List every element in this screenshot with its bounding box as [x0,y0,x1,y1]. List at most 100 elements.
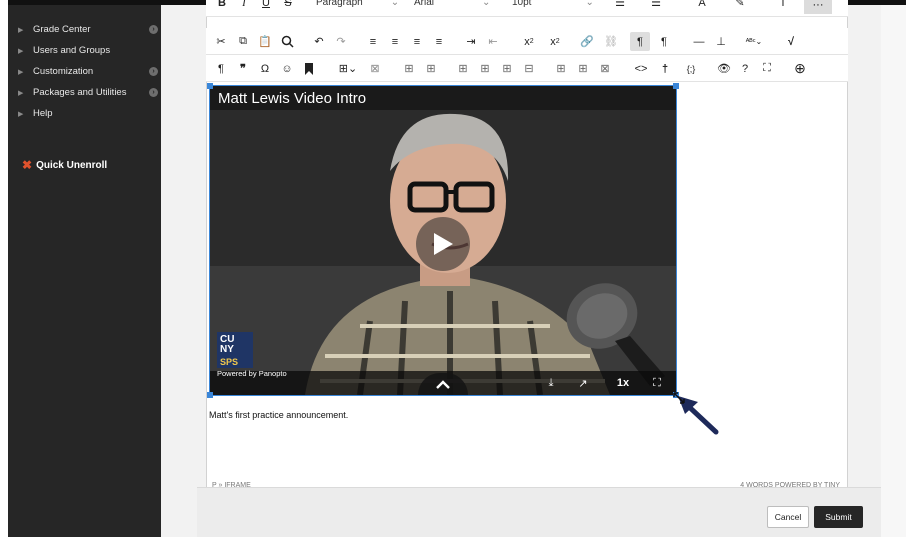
download-icon[interactable]: ⤓ [542,374,560,392]
fullscreen-icon[interactable]: ⛶ [648,374,666,392]
paste-icon[interactable]: 📋 [256,32,274,51]
text-color-icon[interactable]: A [692,0,712,12]
delete-row-icon[interactable]: ⊞ [498,59,516,78]
chevron-down-icon: ⌄ [390,0,400,8]
clear-formatting-icon[interactable]: T [774,0,792,12]
insert-row-after-icon[interactable]: ⊞ [476,59,494,78]
toolbar-row-3: ¶ ❞ Ω ☺ ⊞⌄ ⊠ ⊞ ⊞ ⊞ ⊞ ⊞ ⊟ ⊞ ⊞ ⊠ <> † {;} … [206,55,848,82]
powered-by-panopto: Powered by Panopto [217,369,287,378]
indent-icon[interactable]: ⇥ [462,32,480,51]
accessibility-icon[interactable]: † [656,59,674,78]
resize-handle[interactable] [207,83,213,89]
block-format-value: Paragraph [316,0,363,8]
outdent-icon[interactable]: ⇤ [484,32,502,51]
align-left-icon[interactable]: ≡ [364,32,382,51]
play-button[interactable] [416,217,470,271]
source-code-icon[interactable]: <> [632,59,650,78]
bookmark-icon[interactable] [300,59,318,78]
bold-icon[interactable]: B [214,0,230,12]
sidebar-item-packages-and-utilities[interactable]: ▶ Packages and Utilities › [8,82,161,103]
fullscreen-icon[interactable]: ⛶ [758,59,776,78]
sidebar-item-grade-center[interactable]: ▶ Grade Center › [8,19,161,40]
strikethrough-icon[interactable]: S [280,0,296,12]
embedded-video-iframe[interactable]: Matt Lewis Video Intro CU NY SPS ⤓ ↗ 1x … [209,85,677,396]
insert-variable-icon[interactable]: {;} [682,59,700,78]
align-center-icon[interactable]: ≡ [386,32,404,51]
options-menu-icon[interactable]: › [149,88,158,97]
copy-icon[interactable]: ⧉ [234,32,252,51]
block-format-select[interactable]: Paragraph ⌄ [316,0,406,12]
find-icon[interactable] [278,32,296,51]
superscript-icon[interactable]: x2 [518,32,540,51]
logo-line: NY [220,344,234,355]
insert-column-before-icon[interactable]: ⊞ [552,59,570,78]
sidebar-item-users-and-groups[interactable]: ▶ Users and Groups [8,40,161,61]
insert-column-after-icon[interactable]: ⊞ [574,59,592,78]
table-icon[interactable]: ⊞⌄ [334,59,362,78]
help-icon[interactable]: ? [736,59,754,78]
resize-handle[interactable] [207,392,213,398]
insert-row-before-icon[interactable]: ⊞ [454,59,472,78]
preview-eye-icon[interactable]: 👁 [714,59,734,78]
course-menu-sidebar: ▶ Grade Center › ▶ Users and Groups ▶ Cu… [8,5,161,537]
math-equation-icon[interactable]: √ [782,32,800,51]
rtl-direction-icon[interactable]: ¶ [654,32,674,51]
logo-line: SPS [220,357,239,367]
chevron-up-icon [436,379,450,389]
redo-icon[interactable]: ↷ [332,32,350,51]
options-menu-icon[interactable]: › [149,25,158,34]
paragraph-mark-icon[interactable]: ¶ [212,59,230,78]
resize-handle[interactable] [673,83,679,89]
special-character-icon[interactable]: Ω [256,59,274,78]
emoticon-icon[interactable]: ☺ [278,59,296,78]
editor-body-text[interactable]: Matt's first practice announcement. [209,410,348,420]
font-family-select[interactable]: Arial ⌄ [414,0,504,12]
bullet-list-icon[interactable]: ☰ [610,0,630,12]
delete-column-icon[interactable]: ⊠ [596,59,614,78]
open-external-icon[interactable]: ↗ [574,374,592,392]
font-size-select[interactable]: 10pt ⌄ [512,0,602,12]
delete-table-icon[interactable]: ⊠ [366,59,384,78]
spellcheck-icon[interactable]: ᴬᴮᶜ⌄ [742,32,766,51]
sidebar-item-help[interactable]: ▶ Help [8,103,161,124]
cancel-button[interactable]: Cancel [767,506,809,528]
caret-right-icon: ▶ [18,68,24,76]
screenshot-frame: ▶ Grade Center › ▶ Users and Groups ▶ Cu… [0,0,906,537]
cuny-sps-logo: CU NY SPS [217,332,253,368]
highlight-color-icon[interactable]: ✎ [730,0,750,12]
quick-unenroll-label: Quick Unenroll [36,159,108,171]
video-title: Matt Lewis Video Intro [210,86,676,110]
undo-icon[interactable]: ↶ [310,32,328,51]
chevron-down-icon: ⌄ [585,0,594,8]
align-right-icon[interactable]: ≡ [408,32,426,51]
sidebar-item-label: Grade Center [33,24,91,35]
submit-button[interactable]: Submit [814,506,863,528]
chevron-down-icon: ⌄ [482,0,491,8]
playback-speed-button[interactable]: 1x [612,374,634,392]
quick-unenroll-link[interactable]: ✖ Quick Unenroll [22,158,107,172]
horizontal-line-icon[interactable]: — [690,32,708,51]
cut-icon[interactable]: ✂ [212,32,230,51]
subscript-icon[interactable]: x2 [544,32,566,51]
sidebar-item-customization[interactable]: ▶ Customization › [8,61,161,82]
ltr-direction-icon[interactable]: ¶ [630,32,650,51]
italic-icon[interactable]: I [236,0,252,12]
link-icon[interactable]: 🔗 [578,32,596,51]
cell-props-icon[interactable]: ⊞ [422,59,440,78]
numbered-list-icon[interactable]: ☰ [646,0,666,12]
close-x-icon: ✖ [22,158,33,172]
insert-anchor-icon[interactable]: ⊥ [712,32,730,51]
row-props-icon[interactable]: ⊞ [400,59,418,78]
justify-icon[interactable]: ≡ [430,32,448,51]
unlink-icon[interactable]: ⛓ [602,32,620,51]
options-menu-icon[interactable]: › [149,67,158,76]
split-cells-icon[interactable]: ⊟ [520,59,538,78]
scroll-gutter [881,5,906,537]
underline-icon[interactable]: U [258,0,274,12]
sidebar-item-label: Help [33,108,53,119]
add-content-icon[interactable]: ⊕ [790,59,810,78]
caret-right-icon: ▶ [18,47,24,55]
more-options-icon[interactable]: ··· [804,0,832,14]
blockquote-icon[interactable]: ❞ [234,59,252,78]
sidebar-item-label: Users and Groups [33,45,111,56]
